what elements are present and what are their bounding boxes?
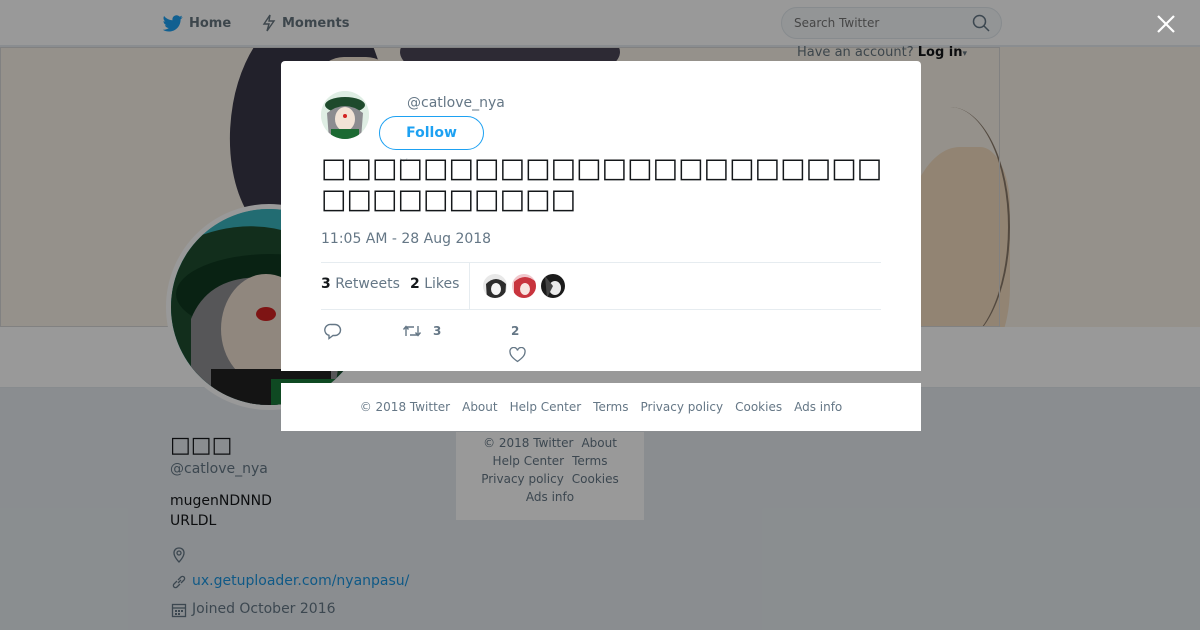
footer-copyright: © 2018 Twitter bbox=[359, 400, 451, 414]
tweet-avatar-artwork bbox=[321, 91, 369, 139]
footer-help-link[interactable]: Help Center bbox=[510, 400, 582, 414]
retweets-count: 3 bbox=[321, 276, 331, 292]
reply-button[interactable] bbox=[324, 323, 342, 340]
like-button[interactable] bbox=[509, 347, 526, 363]
heart-icon bbox=[509, 347, 526, 363]
liker-avatars bbox=[482, 273, 569, 299]
tweet-author-avatar[interactable] bbox=[321, 91, 369, 139]
tweet-author-handle[interactable]: @catlove_nya bbox=[407, 95, 505, 111]
tweet-text-line2: □□□□□□□□□□ bbox=[321, 184, 577, 215]
divider bbox=[469, 263, 470, 309]
divider bbox=[321, 262, 881, 263]
liker-avatar[interactable] bbox=[511, 273, 537, 299]
retweet-action-count: 3 bbox=[433, 324, 442, 338]
modal-footer: © 2018 Twitter About Help Center Terms P… bbox=[281, 383, 921, 431]
close-icon[interactable] bbox=[1155, 13, 1177, 35]
like-action-count: 2 bbox=[511, 324, 520, 338]
footer-terms-link[interactable]: Terms bbox=[593, 400, 628, 414]
tweet-text-line1: □□□□□□□□□□□□□□□□□□□□□□ bbox=[321, 153, 883, 184]
likes-stat[interactable]: 2 Likes bbox=[410, 276, 459, 292]
likes-label: Likes bbox=[424, 276, 460, 292]
footer-ads-link[interactable]: Ads info bbox=[794, 400, 842, 414]
reply-icon bbox=[324, 323, 342, 340]
liker-avatar[interactable] bbox=[482, 273, 508, 299]
liker-avatar[interactable] bbox=[540, 273, 566, 299]
footer-cookies-link[interactable]: Cookies bbox=[735, 400, 782, 414]
likes-count: 2 bbox=[410, 276, 420, 292]
retweet-button[interactable]: 3 bbox=[402, 323, 441, 339]
retweets-stat[interactable]: 3 Retweets bbox=[321, 276, 400, 292]
tweet-modal: @catlove_nya Follow ⌵ □□□□□□□□□□□□□□□□□□… bbox=[281, 61, 921, 371]
footer-about-link[interactable]: About bbox=[462, 400, 497, 414]
footer-privacy-link[interactable]: Privacy policy bbox=[641, 400, 724, 414]
retweet-icon bbox=[402, 325, 422, 337]
divider bbox=[321, 309, 881, 310]
tweet-timestamp[interactable]: 11:05 AM - 28 Aug 2018 bbox=[321, 231, 491, 247]
tweet-text: □□□□□□□□□□□□□□□□□□□□□□ □□□□□□□□□□ bbox=[321, 153, 883, 215]
retweets-label: Retweets bbox=[335, 276, 400, 292]
follow-button[interactable]: Follow bbox=[379, 116, 484, 150]
